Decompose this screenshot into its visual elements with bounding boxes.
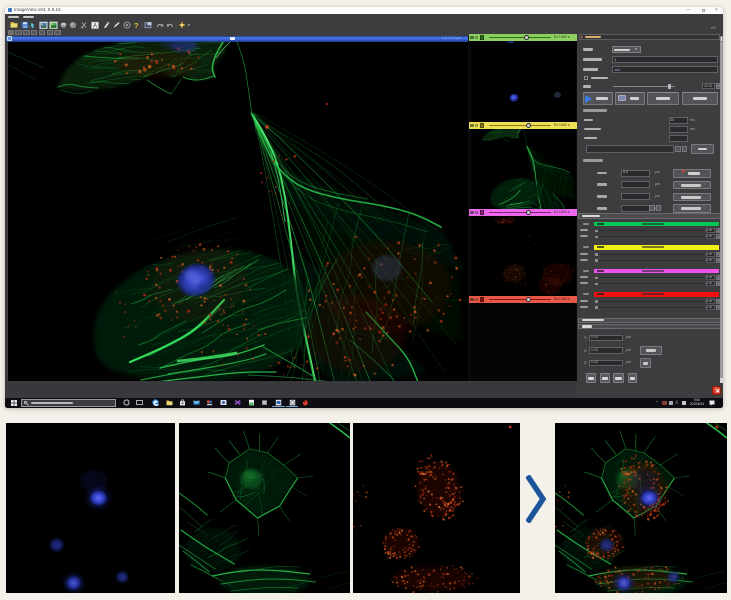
svg-text:?: ?	[134, 21, 139, 29]
